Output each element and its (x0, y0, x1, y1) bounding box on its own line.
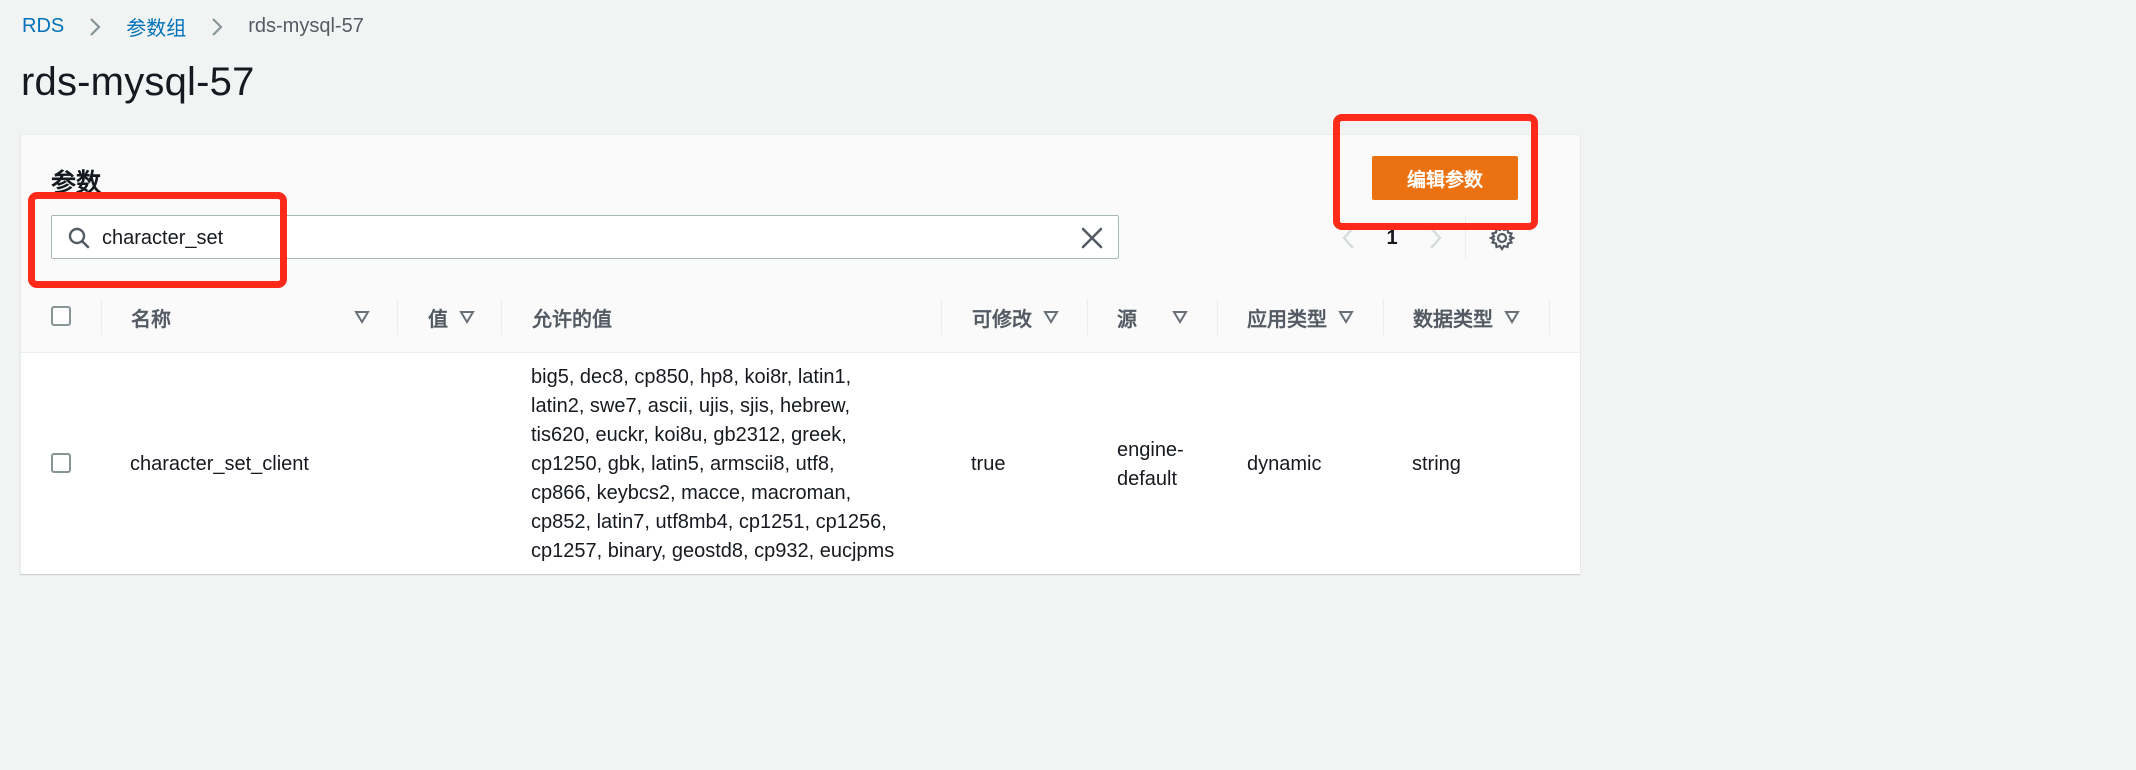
allowed-values-line: big5, dec8, cp850, hp8, koi8r, latin1, (531, 366, 852, 388)
page-title: rds-mysql-57 (21, 60, 255, 104)
sort-caret-icon[interactable] (458, 308, 476, 326)
allowed-values-line: cp852, latin7, utf8mb4, cp1251, cp1256, (531, 511, 887, 533)
allowed-values-line: cp1250, gbk, latin5, armscii8, utf8, (531, 453, 835, 475)
close-icon[interactable] (1080, 226, 1104, 250)
column-header-allowed-values[interactable]: 允许的值 (532, 281, 832, 353)
column-header-label: 源 (1117, 308, 1137, 331)
allowed-values-line: cp866, keybcs2, macce, macroman, (531, 482, 852, 504)
column-header-name[interactable]: 名称 (131, 281, 371, 353)
cell-modifiable: true (971, 453, 1006, 475)
column-header-label: 值 (428, 308, 448, 331)
column-header-apply-type[interactable]: 应用类型 (1247, 281, 1387, 353)
cell-data-type: string (1412, 453, 1461, 475)
sort-caret-icon[interactable] (353, 308, 371, 326)
breadcrumb-link-parameter-groups[interactable]: 参数组 (126, 12, 186, 41)
chevron-right-icon (84, 16, 106, 38)
column-divider (1087, 299, 1088, 335)
cell-apply-type: dynamic (1247, 453, 1322, 475)
column-divider (941, 299, 942, 335)
column-header-value[interactable]: 值 (428, 281, 498, 353)
table-header: 名称 值 允许的值 可修改 源 应用类型 数据类型 (21, 281, 1580, 353)
page-root: RDS 参数组 rds-mysql-57 rds-mysql-57 参数 cha… (0, 0, 1580, 574)
column-header-label: 允许的值 (532, 308, 612, 331)
column-divider (1217, 299, 1218, 335)
breadcrumb: RDS 参数组 rds-mysql-57 (22, 12, 364, 41)
sort-caret-icon[interactable] (1503, 308, 1521, 326)
cell-name: character_set_client (130, 453, 309, 475)
allowed-values-line: cp1257, binary, geostd8, cp932, eucjpms (531, 540, 895, 562)
column-divider (1383, 299, 1384, 335)
column-header-label: 名称 (131, 308, 171, 331)
sort-caret-icon[interactable] (1171, 308, 1189, 326)
select-all-checkbox[interactable] (51, 306, 71, 326)
column-divider (397, 299, 398, 335)
column-divider (1549, 299, 1550, 335)
column-header-label: 数据类型 (1413, 308, 1493, 331)
allowed-values-line: latin2, swe7, ascii, ujis, sjis, hebrew, (531, 395, 851, 417)
column-header-modifiable[interactable]: 可修改 (972, 281, 1082, 353)
cell-allowed-values: big5, dec8, cp850, hp8, koi8r, latin1, l… (531, 363, 894, 566)
column-divider (101, 299, 102, 335)
source-line: engine- (1117, 439, 1184, 461)
column-header-data-type[interactable]: 数据类型 (1413, 281, 1553, 353)
chevron-right-icon (206, 16, 228, 38)
highlight-box-search (28, 192, 287, 288)
cell-source: engine- default (1117, 436, 1184, 494)
column-divider (501, 299, 502, 335)
sort-caret-icon[interactable] (1337, 308, 1355, 326)
row-checkbox[interactable] (51, 453, 71, 473)
breadcrumb-link-rds[interactable]: RDS (22, 15, 64, 38)
column-header-label: 应用类型 (1247, 308, 1327, 331)
allowed-values-line: tis620, euckr, koi8u, gb2312, greek, (531, 424, 847, 446)
column-header-label: 可修改 (972, 308, 1032, 331)
sort-caret-icon[interactable] (1042, 308, 1060, 326)
breadcrumb-current: rds-mysql-57 (248, 15, 364, 37)
source-line: default (1117, 468, 1178, 490)
highlight-box-edit-button (1333, 114, 1538, 230)
column-header-source[interactable]: 源 (1117, 281, 1217, 353)
